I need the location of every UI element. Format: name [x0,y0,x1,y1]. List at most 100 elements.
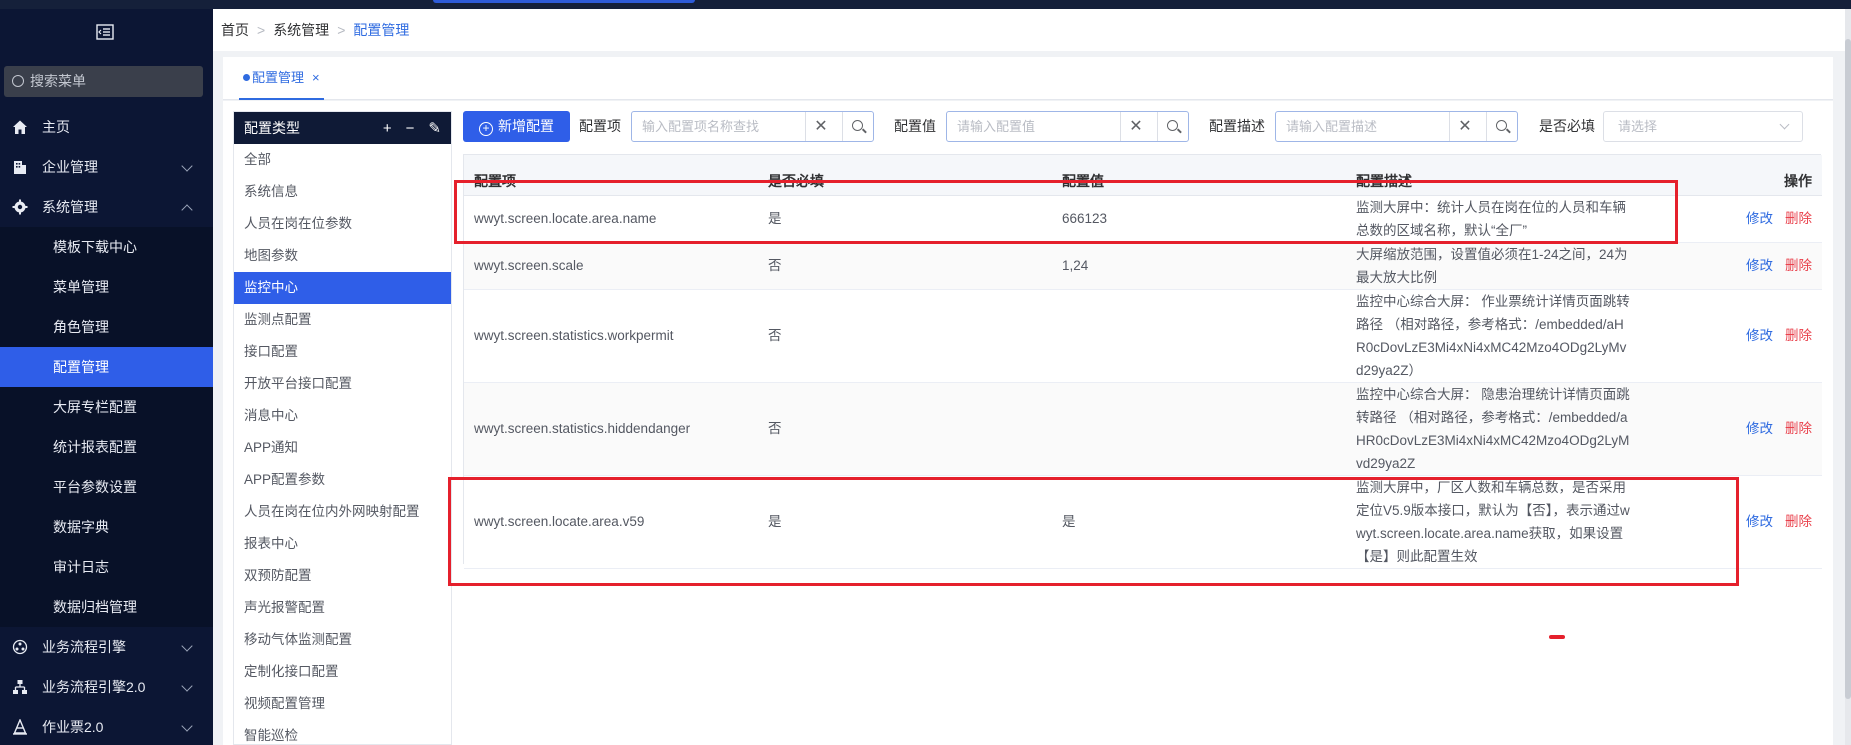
required-select[interactable]: 请选择 [1603,111,1803,142]
cell-key: wwyt.screen.statistics.hiddendanger [464,382,758,476]
cell-key: wwyt.screen.scale [464,242,758,290]
type-item[interactable]: 地图参数 [234,240,451,272]
clear-icon[interactable]: ✕ [805,112,836,141]
type-item[interactable]: APP配置参数 [234,464,451,496]
breadcrumb-system[interactable]: 系统管理 [273,22,329,38]
header-config-value: 配置值 [1052,155,1346,196]
edit-type-icon[interactable]: ✎ [428,120,441,137]
scrollbar-thumb[interactable] [1845,39,1851,699]
main-content: 配置类型 + − ✎ 全部 系统信息 人员在岗在位参数 地图参数 监控中心 监测点配… [223,101,1833,745]
breadcrumb: 首页 > 系统管理 > 配置管理 [213,9,1845,51]
sidebar-item-report-config[interactable]: 统计报表配置 [0,427,213,467]
search-button[interactable] [1157,112,1188,141]
remove-type-icon[interactable]: − [406,120,415,137]
sidebar-item-config-manage[interactable]: 配置管理 [0,347,213,387]
type-item[interactable]: 人员在岗在位参数 [234,208,451,240]
table-row: wwyt.screen.statistics.hiddendanger 否 监控… [464,382,1822,476]
type-item[interactable]: 移动气体监测配置 [234,624,451,656]
sidebar-item-label: 企业管理 [42,159,98,175]
sidebar-item-system[interactable]: 系统管理 [0,187,213,227]
sidebar-item-workflow[interactable]: 业务流程引擎 [0,627,213,667]
search-icon [852,120,863,131]
tab-label: 配置管理 [252,70,305,85]
cell-value [1052,382,1346,476]
add-config-button[interactable]: + 新增配置 [463,111,570,142]
page-scrollbar[interactable] [1845,9,1851,745]
sidebar-item-role-manage[interactable]: 角色管理 [0,307,213,347]
breadcrumb-separator: > [337,22,346,38]
workflow-icon [12,639,28,655]
sidebar-item-platform-params[interactable]: 平台参数设置 [0,467,213,507]
header-required: 是否必填 [758,155,1052,196]
tab-config-manage[interactable]: 配置管理 × [239,57,324,100]
sidebar-item-workflow-2[interactable]: 业务流程引擎2.0 [0,667,213,707]
sidebar-item-menu-manage[interactable]: 菜单管理 [0,267,213,307]
building-icon [14,161,26,174]
sidebar-item-screen-column[interactable]: 大屏专栏配置 [0,387,213,427]
table-row: wwyt.screen.scale 否 1,24 大屏缩放范围，设置值必须在1-… [464,242,1822,290]
config-type-header: 配置类型 + − ✎ [234,112,451,144]
active-dot-icon [243,74,250,81]
sidebar-item-audit-log[interactable]: 审计日志 [0,547,213,587]
type-item[interactable]: 监测点配置 [234,304,451,336]
sidebar-item-template-download[interactable]: 模板下载中心 [0,227,213,267]
config-key-input[interactable]: 输入配置项名称查找 ✕ [631,111,874,142]
sidebar-item-home[interactable]: 主页 [0,107,213,147]
type-item[interactable]: 系统信息 [234,176,451,208]
breadcrumb-home[interactable]: 首页 [221,22,249,38]
type-item[interactable]: 全部 [234,144,451,176]
menu-search-input[interactable]: 搜索菜单 [4,66,203,97]
type-item[interactable]: 定制化接口配置 [234,656,451,688]
collapse-menu-icon[interactable] [95,23,115,41]
type-item[interactable]: 视频配置管理 [234,688,451,720]
chevron-down-icon [1779,119,1790,130]
edit-link[interactable]: 修改 [1746,258,1773,273]
type-item[interactable]: APP通知 [234,432,451,464]
type-item[interactable]: 人员在岗在位内外网映射配置 [234,496,451,528]
plus-circle-icon: + [479,122,493,136]
delete-link[interactable]: 删除 [1785,514,1812,529]
type-item[interactable]: 消息中心 [234,400,451,432]
sidebar-item-work-ticket[interactable]: 作业票2.0 [0,707,213,745]
edit-link[interactable]: 修改 [1746,211,1773,226]
config-value-input[interactable]: 请输入配置值 ✕ [946,111,1189,142]
type-item[interactable]: 接口配置 [234,336,451,368]
type-item[interactable]: 智能巡检 [234,720,451,744]
clear-icon[interactable]: ✕ [1120,112,1151,141]
edit-link[interactable]: 修改 [1746,328,1773,343]
edit-link[interactable]: 修改 [1746,514,1773,529]
sidebar-item-label: 数据归档管理 [53,599,137,615]
cell-value: 1,24 [1052,242,1346,290]
tab-bar: 配置管理 × [223,57,1833,100]
config-value-label: 配置值 [894,118,936,134]
search-button[interactable] [1486,112,1517,141]
clear-icon[interactable]: ✕ [1449,112,1480,141]
edit-link[interactable]: 修改 [1746,421,1773,436]
sidebar-item-label: 统计报表配置 [53,439,137,455]
sidebar-item-data-archive[interactable]: 数据归档管理 [0,587,213,627]
delete-link[interactable]: 删除 [1785,258,1812,273]
sidebar-item-enterprise[interactable]: 企业管理 [0,147,213,187]
breadcrumb-current: 配置管理 [353,22,410,38]
type-item[interactable]: 报表中心 [234,528,451,560]
close-icon[interactable]: × [312,70,320,85]
type-item[interactable]: 双预防配置 [234,560,451,592]
cell-desc: 大屏缩放范围，设置值必须在1-24之间，24为最大放大比例 [1346,242,1640,290]
type-item-selected[interactable]: 监控中心 [234,272,451,304]
search-button[interactable] [842,112,873,141]
delete-link[interactable]: 删除 [1785,328,1812,343]
cell-desc: 监测大屏中：统计人员在岗在位的人员和车辆总数的区域名称，默认“全厂” [1346,195,1640,243]
type-item[interactable]: 开放平台接口配置 [234,368,451,400]
sidebar-item-label: 角色管理 [53,319,109,335]
delete-link[interactable]: 删除 [1785,211,1812,226]
type-item[interactable]: 声光报警配置 [234,592,451,624]
sidebar-item-label: 审计日志 [53,559,109,575]
add-type-icon[interactable]: + [383,120,392,137]
chevron-down-icon [181,160,193,172]
cell-key: wwyt.screen.locate.area.v59 [464,475,758,569]
chevron-up-icon [181,204,193,216]
config-desc-input[interactable]: 请输入配置描述 ✕ [1275,111,1518,142]
delete-link[interactable]: 删除 [1785,421,1812,436]
header-config-key: 配置项 [464,155,758,196]
sidebar-item-dictionary[interactable]: 数据字典 [0,507,213,547]
